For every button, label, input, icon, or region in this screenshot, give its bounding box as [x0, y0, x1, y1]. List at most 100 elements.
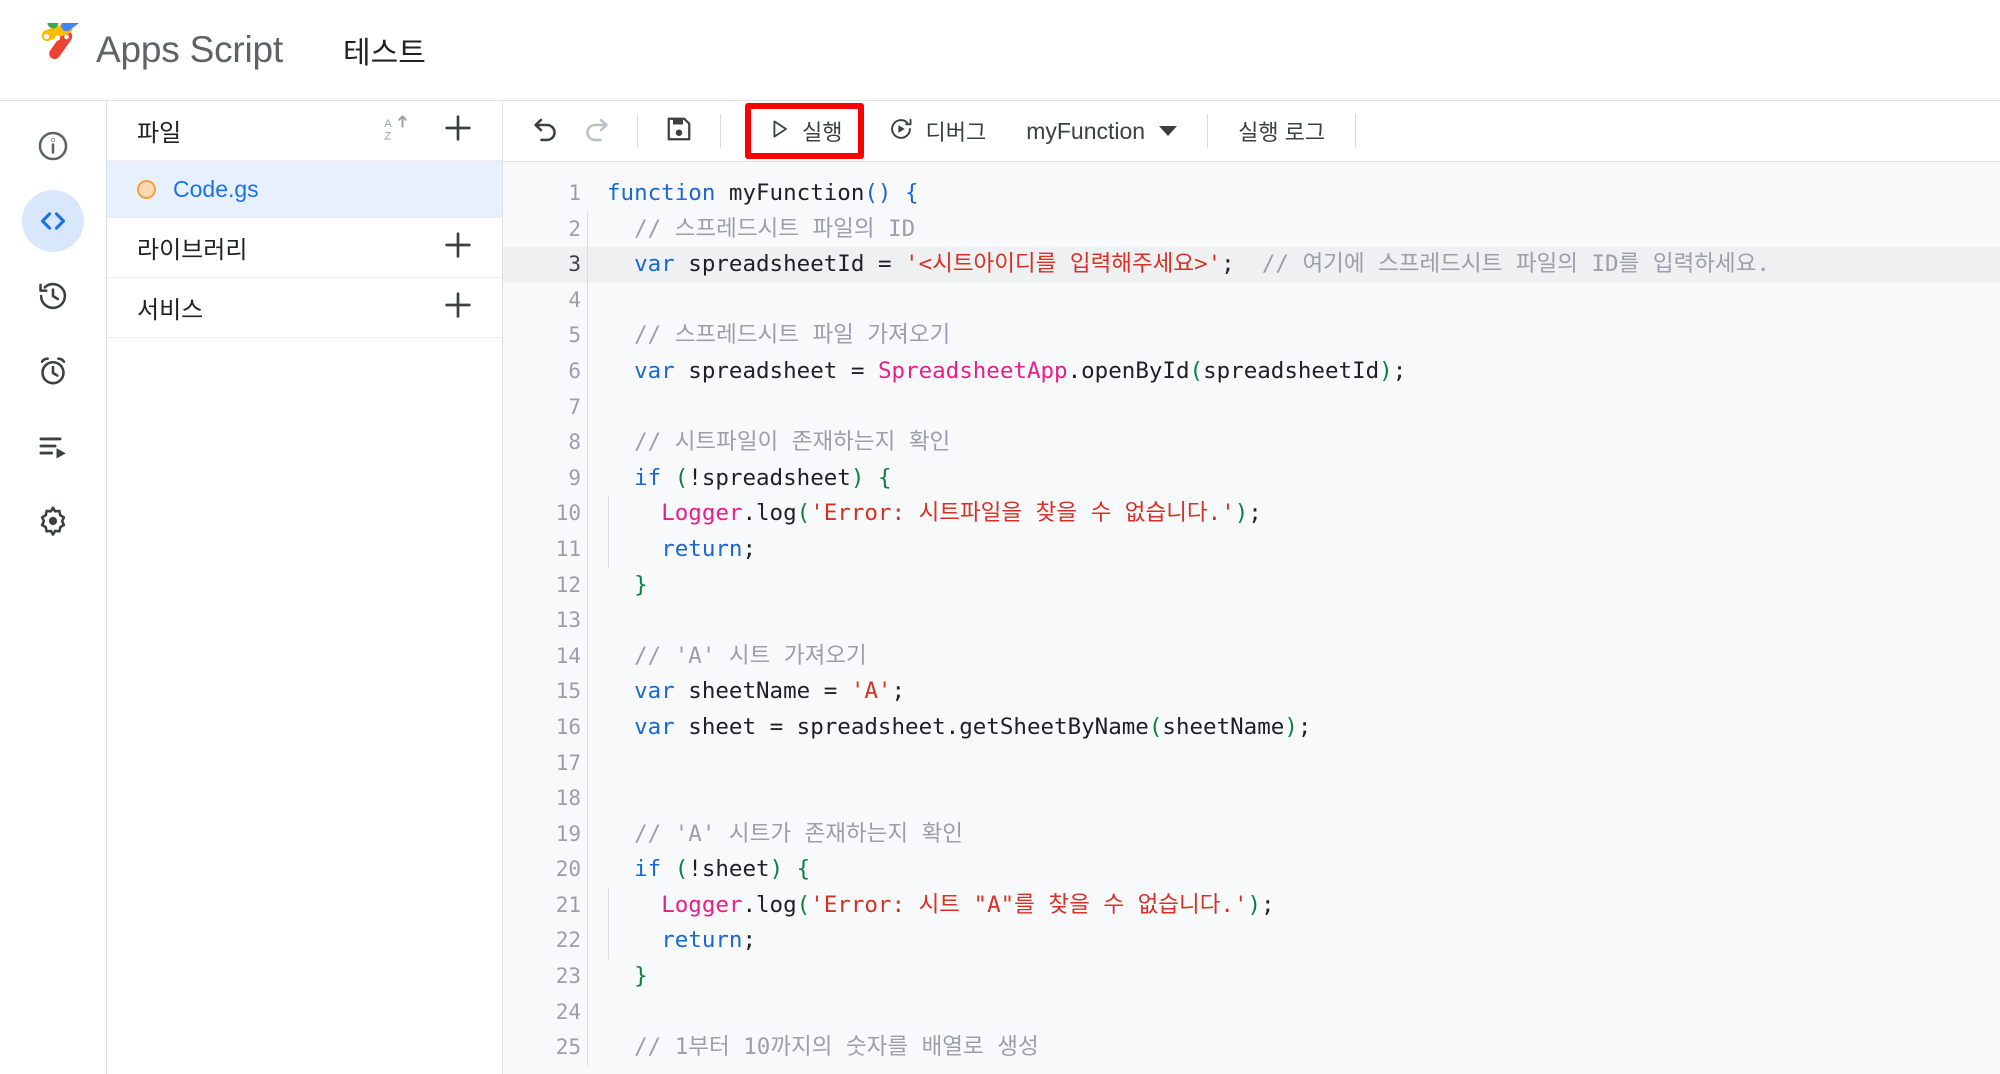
line-number: 14 [555, 643, 581, 668]
indent-guide [608, 887, 609, 924]
code-line[interactable]: 16 var sheet = spreadsheet.getSheetByNam… [503, 709, 2000, 746]
code-line[interactable]: 18 [503, 781, 2000, 817]
function-selector[interactable]: myFunction [1012, 109, 1191, 153]
code-line[interactable]: 17 [503, 745, 2000, 782]
code-line-content: var spreadsheet = SpreadsheetApp.openByI… [581, 353, 2000, 390]
line-number: 6 [568, 358, 581, 383]
code-line[interactable]: 11 return; [503, 531, 2000, 568]
code-line[interactable]: 21 Logger.log('Error: 시트 "A"를 찾을 수 없습니다.… [503, 887, 2000, 924]
code-line-content: // 'A' 시트 가져오기 [581, 638, 2000, 675]
indent-guide [587, 994, 588, 1031]
add-library-button[interactable] [436, 226, 480, 270]
file-list-item-code-gs[interactable]: Code.gs [107, 161, 502, 218]
line-number: 10 [555, 501, 581, 526]
code-token-paren: ) [769, 856, 784, 883]
code-line[interactable]: 25 // 1부터 10까지의 숫자를 배열로 생성 [503, 1030, 2000, 1066]
libraries-section-header[interactable]: 라이브러리 [107, 218, 502, 278]
line-number: 19 [555, 821, 581, 846]
code-token-brk: { [905, 180, 919, 206]
code-line[interactable]: 4 [503, 282, 2000, 319]
line-number: 25 [555, 1035, 581, 1060]
code-token-kw: function [607, 180, 716, 206]
line-number: 15 [555, 679, 581, 704]
line-number: 13 [555, 608, 581, 633]
add-file-button[interactable] [436, 109, 480, 153]
code-token-com: // 시트파일이 존재하는지 확인 [634, 429, 951, 456]
code-line[interactable]: 5 // 스프레드시트 파일 가져오기 [503, 318, 2000, 354]
indent-guide [587, 531, 588, 568]
code-line[interactable]: 24 [503, 994, 2000, 1031]
save-floppy-icon [664, 114, 694, 149]
code-line[interactable]: 20 if (!sheet) { [503, 852, 2000, 888]
indent-guide [608, 923, 609, 960]
line-number: 16 [555, 714, 581, 739]
plus-icon [441, 288, 475, 327]
undo-icon [530, 113, 562, 150]
line-number: 9 [568, 465, 581, 490]
nav-rail [0, 101, 107, 1074]
code-line[interactable]: 1 function myFunction() { [503, 176, 2000, 212]
code-line[interactable]: 23 } [503, 959, 2000, 995]
line-number: 20 [555, 857, 581, 882]
sidebar-item-executions[interactable] [22, 415, 84, 477]
line-number: 18 [555, 786, 581, 811]
code-token-paren: ) [1284, 713, 1298, 740]
debug-button[interactable]: 디버그 [874, 109, 1000, 153]
code-line[interactable]: 15 var sheetName = 'A'; [503, 674, 2000, 710]
code-token-cls: Logger [661, 891, 743, 918]
sidebar-item-overview[interactable] [22, 115, 84, 177]
indent-guide [587, 318, 588, 354]
undo-button[interactable] [521, 106, 571, 156]
redo-button[interactable] [571, 106, 621, 156]
services-section-header[interactable]: 서비스 [107, 278, 502, 338]
code-editor[interactable]: 1 function myFunction() {2 // 스프레드시트 파일의 … [503, 162, 2000, 1074]
code-line[interactable]: 19 // 'A' 시트가 존재하는지 확인 [503, 816, 2000, 853]
code-line[interactable]: 13 [503, 603, 2000, 639]
editor-toolbar: 실행 디버그 myFunction 실행 로그 [503, 101, 2000, 162]
save-button[interactable] [654, 106, 704, 156]
sidebar-item-versions[interactable] [22, 265, 84, 327]
project-title[interactable]: 테스트 [343, 28, 426, 72]
add-service-button[interactable] [436, 286, 480, 330]
code-line[interactable]: 10 Logger.log('Error: 시트파일을 찾을 수 없습니다.')… [503, 496, 2000, 532]
code-line[interactable]: 6 var spreadsheet = SpreadsheetApp.openB… [503, 353, 2000, 390]
code-line-content: Logger.log('Error: 시트파일을 찾을 수 없습니다.'); [581, 496, 2000, 532]
svg-text:A: A [384, 118, 392, 130]
indent-guide [587, 781, 588, 817]
run-button[interactable]: 실행 [753, 109, 856, 153]
code-line[interactable]: 22 return; [503, 923, 2000, 960]
sidebar-item-editor[interactable] [22, 190, 84, 252]
code-line[interactable]: 3 var spreadsheetId = '<시트아이디를 입력해주세요>';… [503, 247, 2000, 283]
execution-log-button[interactable]: 실행 로그 [1224, 109, 1339, 153]
files-section-title: 파일 [137, 120, 182, 147]
sort-az-icon: A Z [383, 113, 413, 148]
code-line-content: // 1부터 10까지의 숫자를 배열로 생성 [581, 1030, 2000, 1066]
indent-guide [587, 852, 588, 888]
code-token-brace: { [877, 464, 892, 491]
indent-guide [587, 567, 588, 604]
code-token-plain: !sheet [688, 856, 770, 883]
code-token-kw: var [634, 251, 675, 278]
code-line[interactable]: 7 [503, 389, 2000, 426]
code-token-brace: { [796, 856, 811, 883]
sort-az-button[interactable]: A Z [376, 109, 420, 153]
code-line-content: function myFunction() { [581, 176, 2000, 212]
execution-log-label: 실행 로그 [1238, 120, 1326, 145]
code-token-paren: ( [674, 856, 689, 883]
gs-file-icon [137, 179, 156, 199]
code-line[interactable]: 12 } [503, 567, 2000, 604]
indent-guide [587, 460, 588, 497]
code-line[interactable]: 8 // 시트파일이 존재하는지 확인 [503, 425, 2000, 461]
code-line[interactable]: 14 // 'A' 시트 가져오기 [503, 638, 2000, 675]
code-token-kw: if [634, 856, 662, 883]
indent-guide [587, 887, 588, 924]
code-line[interactable]: 2 // 스프레드시트 파일의 ID [503, 211, 2000, 248]
code-line[interactable]: 9 if (!spreadsheet) { [503, 460, 2000, 497]
sidebar-item-triggers[interactable] [22, 340, 84, 402]
sidebar-item-settings[interactable] [22, 490, 84, 552]
